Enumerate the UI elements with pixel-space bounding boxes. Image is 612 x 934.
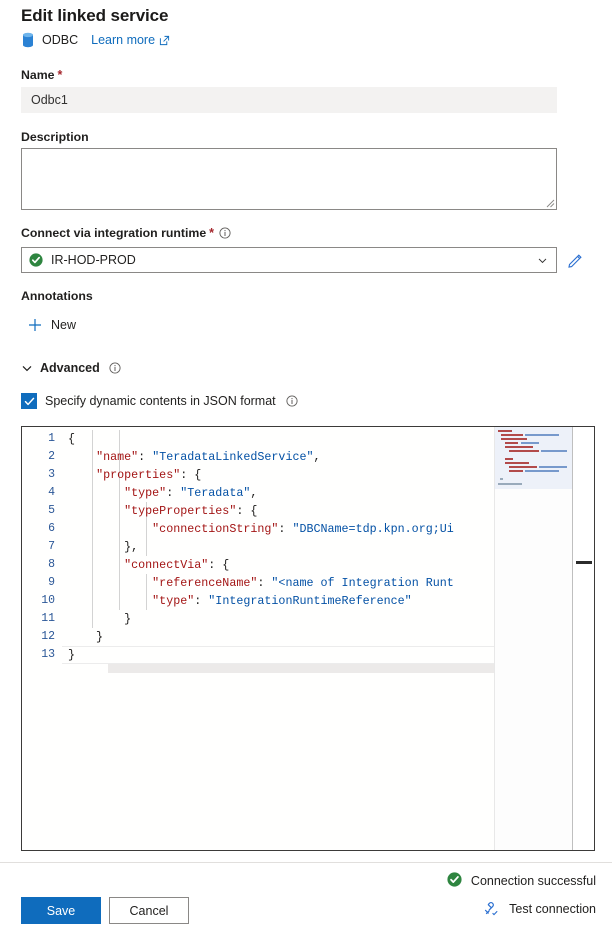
info-icon[interactable] (217, 227, 231, 239)
add-annotation-label: New (51, 318, 77, 332)
editor-vertical-scrollbar[interactable] (572, 427, 594, 850)
service-name: ODBC (42, 33, 79, 47)
page-title: Edit linked service (21, 6, 169, 25)
chevron-down-icon (537, 255, 548, 266)
line-number: 10 (41, 594, 55, 607)
line-number: 4 (48, 486, 55, 499)
check-circle-green-icon (447, 872, 462, 890)
info-icon[interactable] (284, 395, 298, 407)
description-label: Description (21, 130, 89, 144)
line-number: 8 (48, 558, 55, 571)
name-input[interactable]: Odbc1 (21, 87, 557, 113)
database-icon (21, 32, 35, 48)
line-number: 1 (48, 432, 55, 445)
integration-runtime-value: IR-HOD-PROD (51, 253, 136, 267)
editor-code-area[interactable]: { "name": "TeradataLinkedService", "prop… (62, 427, 594, 850)
required-marker: * (209, 226, 215, 240)
learn-more-label: Learn more (91, 33, 156, 47)
json-format-checkbox-label: Specify dynamic contents in JSON format (45, 394, 276, 408)
editor-line-numbers: 1 2 3 4 5 6 7 8 9 10 11 12 13 (22, 427, 62, 850)
plug-icon (483, 901, 499, 917)
learn-more-link[interactable]: Learn more (91, 33, 170, 47)
line-number: 13 (41, 648, 55, 661)
required-marker: * (57, 68, 63, 82)
cancel-button[interactable]: Cancel (109, 897, 189, 924)
json-code-editor[interactable]: 1 2 3 4 5 6 7 8 9 10 11 12 13 { "name": "TeradataLin… (21, 426, 595, 851)
name-label: Name * (21, 68, 63, 82)
line-number: 3 (48, 468, 55, 481)
json-format-checkbox[interactable] (21, 393, 37, 409)
test-connection-button[interactable]: Test connection (483, 901, 596, 917)
integration-runtime-label: Connect via integration runtime * (21, 226, 231, 240)
advanced-section-toggle[interactable]: Advanced (21, 361, 121, 375)
save-button[interactable]: Save (21, 897, 101, 924)
edit-linked-service-panel: Edit linked service ODBC Learn more Name… (0, 0, 612, 934)
line-number: 11 (41, 612, 55, 625)
annotations-label: Annotations (21, 289, 93, 303)
line-number: 5 (48, 504, 55, 517)
check-circle-green-icon (29, 253, 51, 267)
plus-icon (28, 318, 42, 332)
add-annotation-button[interactable]: New (28, 318, 76, 332)
connection-status: Connection successful (447, 872, 596, 890)
connection-status-label: Connection successful (470, 874, 596, 888)
footer-divider (0, 862, 612, 863)
editor-minimap[interactable] (494, 427, 572, 850)
edit-integration-runtime-button[interactable] (565, 250, 585, 270)
chevron-down-icon (21, 362, 33, 374)
external-link-icon (159, 35, 170, 46)
advanced-label: Advanced (40, 361, 100, 375)
line-number: 6 (48, 522, 55, 535)
json-format-checkbox-row: Specify dynamic contents in JSON format (21, 393, 298, 409)
service-subtitle: ODBC Learn more (21, 32, 170, 48)
test-connection-label: Test connection (509, 902, 596, 916)
description-input[interactable] (21, 148, 557, 210)
pencil-icon (567, 253, 582, 268)
line-number: 7 (48, 540, 55, 553)
line-number: 9 (48, 576, 55, 589)
line-number: 2 (48, 450, 55, 463)
line-number: 12 (41, 630, 55, 643)
integration-runtime-select[interactable]: IR-HOD-PROD (21, 247, 557, 273)
checkmark-icon (24, 397, 34, 405)
info-icon[interactable] (107, 362, 121, 374)
